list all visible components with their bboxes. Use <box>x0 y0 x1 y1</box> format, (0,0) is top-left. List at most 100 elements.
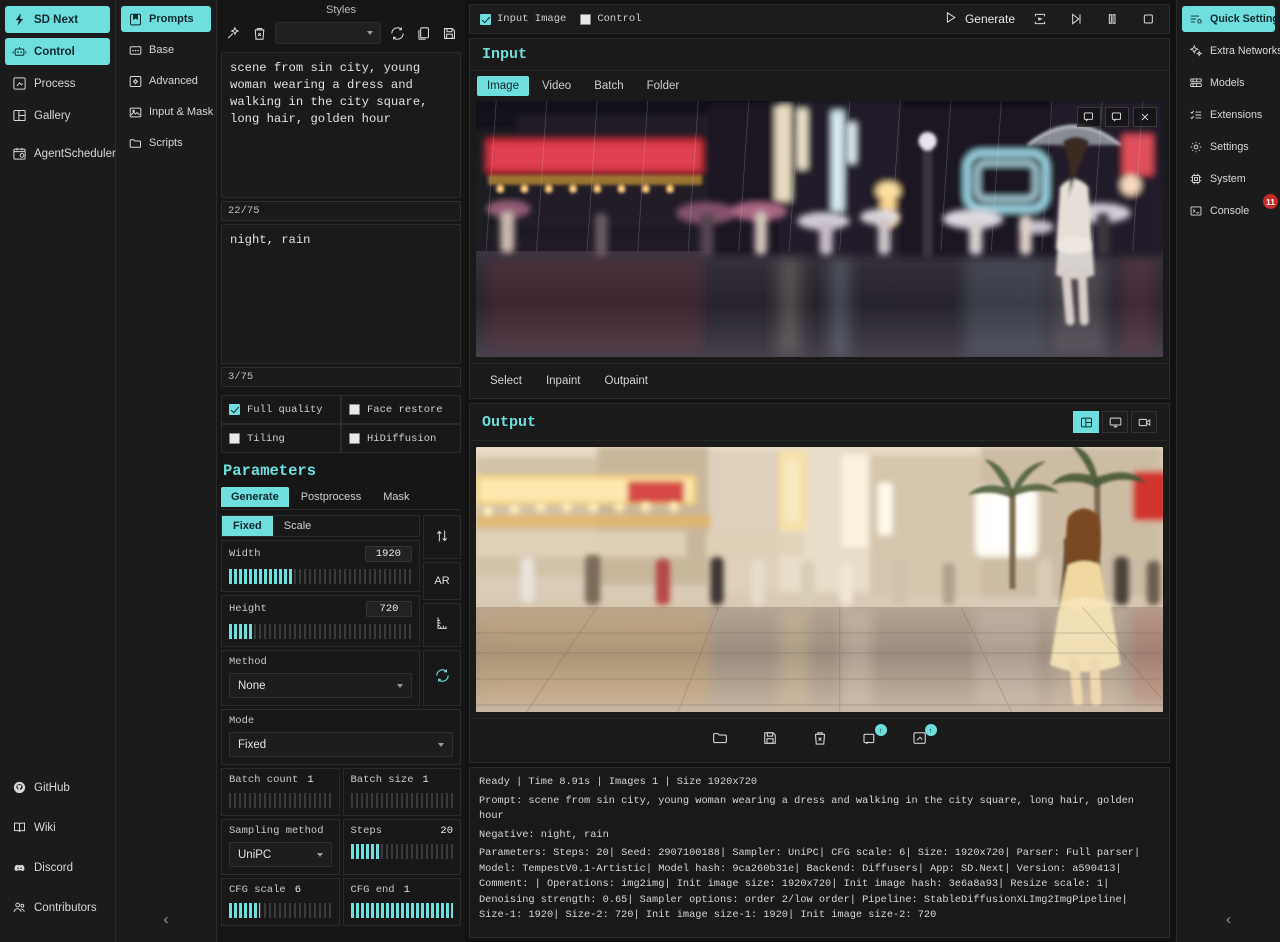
skip-icon[interactable] <box>1065 8 1087 30</box>
tab-video[interactable]: Video <box>532 76 581 96</box>
mode-select[interactable]: Fixed <box>229 732 453 757</box>
swap-dimensions-button[interactable] <box>423 515 461 560</box>
height-value[interactable]: 720 <box>366 601 412 617</box>
styles-title: Styles <box>326 4 356 16</box>
subnav-item-prompts[interactable]: Prompts <box>121 6 211 32</box>
steps-slider[interactable] <box>350 844 453 859</box>
magic-wand-icon[interactable] <box>223 23 243 43</box>
steps-slider-fill <box>350 844 381 859</box>
batch-count-value[interactable]: 1 <box>307 774 313 786</box>
tab-mask[interactable]: Mask <box>373 487 419 507</box>
cfg-scale-slider[interactable] <box>229 903 332 918</box>
delete-styles-icon[interactable] <box>249 23 269 43</box>
stop-icon[interactable] <box>1137 8 1159 30</box>
cfg-end-slider[interactable] <box>350 903 453 918</box>
negative-prompt-input[interactable]: night, rain <box>221 224 461 364</box>
enqueue-icon[interactable] <box>1029 8 1051 30</box>
tab-generate[interactable]: Generate <box>221 487 289 507</box>
expand-alt-icon[interactable] <box>1105 107 1129 127</box>
generate-button[interactable]: Generate <box>943 10 1015 28</box>
sidebar-item-extensions[interactable]: Extensions <box>1182 102 1275 128</box>
subnav-item-advanced[interactable]: Advanced <box>121 68 211 94</box>
inpaint-button[interactable]: Inpaint <box>536 371 591 391</box>
send-to-process-button[interactable]: ↑ <box>909 724 937 751</box>
checkbox-control[interactable]: Control <box>580 13 641 25</box>
checkbox-hidiffusion[interactable]: HiDiffusion <box>341 424 461 453</box>
refresh-styles-icon[interactable] <box>387 23 407 43</box>
checkbox-input-image[interactable]: Input Image <box>480 13 566 25</box>
sidebar-item-contributors[interactable]: Contributors <box>5 894 110 921</box>
copy-styles-icon[interactable] <box>413 23 433 43</box>
subnav-item-scripts[interactable]: Scripts <box>121 130 211 156</box>
sidebar-item-gallery[interactable]: Gallery <box>5 102 110 129</box>
sidebar-item-discord[interactable]: Discord <box>5 854 110 881</box>
width-slider[interactable] <box>229 569 412 584</box>
tab-image[interactable]: Image <box>477 76 529 96</box>
checkbox-face-restore[interactable]: Face restore <box>341 395 461 424</box>
sidebar-item-label: Models <box>1210 77 1245 89</box>
select-button[interactable]: Select <box>480 371 532 391</box>
checkbox-tiling[interactable]: Tiling <box>221 424 341 453</box>
batch-count-slider[interactable] <box>229 793 332 808</box>
batch-size-slider[interactable] <box>350 793 453 808</box>
sampling-method-card: Sampling method UniPC <box>221 819 340 875</box>
cfg-end-value[interactable]: 1 <box>404 884 410 896</box>
sidebar-item-settings[interactable]: Settings <box>1182 134 1275 160</box>
sampling-method-value: UniPC <box>238 848 272 861</box>
batch-size-value[interactable]: 1 <box>423 774 429 786</box>
resize-from-image-button[interactable] <box>423 602 461 647</box>
sidebar-item-console[interactable]: Console 11 <box>1182 194 1278 224</box>
save-styles-icon[interactable] <box>439 23 459 43</box>
bookmark-icon <box>127 11 143 27</box>
sidebar-item-github[interactable]: GitHub <box>5 774 110 801</box>
width-value[interactable]: 1920 <box>364 546 412 562</box>
checkbox-full-quality[interactable]: Full quality <box>221 395 341 424</box>
sampling-method-select[interactable]: UniPC <box>229 842 332 867</box>
subnav-item-input-mask[interactable]: Input & Mask <box>121 99 213 125</box>
send-to-control-button[interactable]: ↑ <box>859 724 887 751</box>
tab-postprocess[interactable]: Postprocess <box>291 487 372 507</box>
save-output-button[interactable] <box>759 729 781 751</box>
refresh-method-button[interactable] <box>423 650 461 706</box>
open-folder-button[interactable] <box>709 729 731 751</box>
sidebar-item-agentscheduler[interactable]: AgentScheduler <box>5 140 116 167</box>
steps-value[interactable]: 20 <box>440 825 453 837</box>
width-slider-card: Width 1920 <box>221 540 420 592</box>
size-mode-scale[interactable]: Scale <box>273 516 323 536</box>
output-section-header: Output <box>470 404 1169 441</box>
height-label: Height <box>229 603 267 615</box>
checkbox-box <box>349 433 360 444</box>
close-icon[interactable] <box>1133 107 1157 127</box>
sidebar-item-sd-next[interactable]: SD Next <box>5 6 110 33</box>
sidebar-item-control[interactable]: Control <box>5 38 110 65</box>
collapse-right-button[interactable]: ‹ <box>1216 907 1241 932</box>
sidebar-item-quick-settings[interactable]: Quick Settings <box>1182 6 1280 32</box>
subnav-item-base[interactable]: Base <box>121 37 211 63</box>
sidebar-item-system[interactable]: System <box>1182 166 1275 192</box>
delete-output-button[interactable] <box>809 729 831 751</box>
video-view-icon[interactable] <box>1131 411 1157 433</box>
ruler-icon <box>434 615 450 634</box>
monitor-view-icon[interactable] <box>1102 411 1128 433</box>
input-image[interactable] <box>476 101 1163 357</box>
tab-folder[interactable]: Folder <box>637 76 690 96</box>
positive-prompt-input[interactable]: scene from sin city, young woman wearing… <box>221 52 461 198</box>
collapse-left-button[interactable]: ‹ <box>154 907 179 932</box>
cfg-scale-value[interactable]: 6 <box>295 884 301 896</box>
expand-icon[interactable] <box>1077 107 1101 127</box>
aspect-ratio-button[interactable]: AR <box>423 562 461 600</box>
pause-icon[interactable] <box>1101 8 1123 30</box>
sidebar-item-extra-networks[interactable]: Extra Networks <box>1182 38 1280 64</box>
sidebar-item-process[interactable]: Process <box>5 70 110 97</box>
method-select[interactable]: None <box>229 673 412 698</box>
size-mode-segmented: Fixed Scale <box>221 515 420 537</box>
gallery-view-icon[interactable] <box>1073 411 1099 433</box>
sidebar-item-wiki[interactable]: Wiki <box>5 814 110 841</box>
tab-batch[interactable]: Batch <box>584 76 633 96</box>
size-mode-fixed[interactable]: Fixed <box>222 516 273 536</box>
styles-dropdown[interactable] <box>275 22 381 44</box>
output-image[interactable] <box>476 447 1163 712</box>
sidebar-item-models[interactable]: Models <box>1182 70 1275 96</box>
outpaint-button[interactable]: Outpaint <box>595 371 658 391</box>
height-slider[interactable] <box>229 624 412 639</box>
